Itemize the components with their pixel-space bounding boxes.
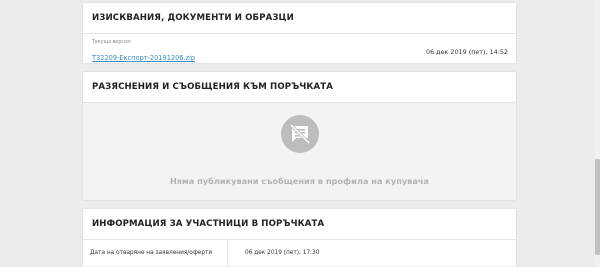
participants-card-title: ИНФОРМАЦИЯ ЗА УЧАСТНИЦИ В ПОРЪЧКАТА — [83, 209, 516, 240]
current-version-label: Текуща версия: — [92, 40, 132, 45]
info-row-value: 06 дек 2019 (пет), 17:30 — [245, 250, 320, 256]
document-file-link[interactable]: T32209-Експорт-20191206.zip — [92, 54, 195, 62]
messages-card-title: РАЗЯСНЕНИЯ И СЪОБЩЕНИЯ КЪМ ПОРЪЧКАТА — [83, 72, 516, 103]
document-date: 06 дек 2019 (пет), 14:52 — [426, 48, 508, 56]
info-row-label: Дата на отваряне на заявления/оферти — [83, 240, 228, 266]
no-messages-icon — [280, 115, 319, 153]
info-row: Дата на отваряне на заявления/оферти 06 … — [83, 240, 516, 267]
messages-empty-state: Няма публикувани съобщения в профила на … — [83, 103, 516, 200]
messages-card: РАЗЯСНЕНИЯ И СЪОБЩЕНИЯ КЪМ ПОРЪЧКАТА Ням… — [83, 72, 516, 200]
documents-card: ИЗИСКВАНИЯ, ДОКУМЕНТИ И ОБРАЗЦИ Текуща в… — [83, 3, 516, 63]
documents-card-title: ИЗИСКВАНИЯ, ДОКУМЕНТИ И ОБРАЗЦИ — [83, 3, 516, 34]
document-entry: Текуща версия: T32209-Експорт-20191206.z… — [83, 34, 516, 64]
scrollbar-thumb[interactable] — [595, 159, 600, 255]
participants-card: ИНФОРМАЦИЯ ЗА УЧАСТНИЦИ В ПОРЪЧКАТА Дата… — [83, 209, 516, 267]
no-messages-text: Няма публикувани съобщения в профила на … — [169, 176, 430, 186]
